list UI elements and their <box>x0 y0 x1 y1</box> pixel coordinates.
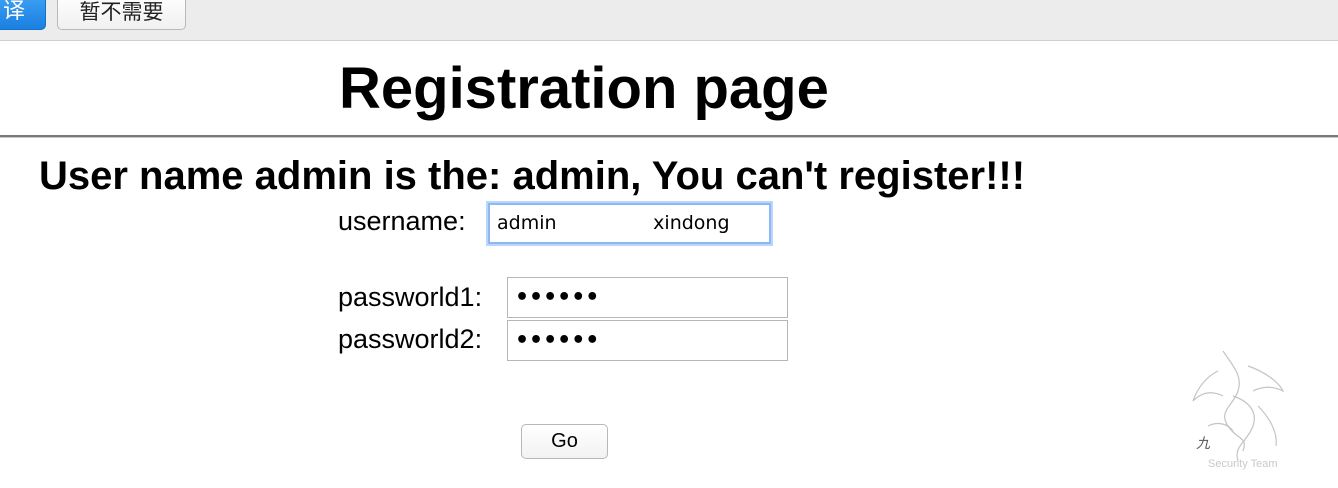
dismiss-button[interactable]: 暂不需要 <box>57 0 186 30</box>
page-title: Registration page <box>339 56 829 121</box>
password1-input[interactable]: •••••• <box>507 277 788 318</box>
password1-label: passworld1: <box>338 282 483 312</box>
translate-bar: 译 暂不需要 <box>0 0 1338 41</box>
username-input[interactable]: admin xindong <box>488 203 771 244</box>
password2-value: •••••• <box>515 328 600 353</box>
error-message: User name admin is the: admin, You can't… <box>39 154 1026 198</box>
watermark-text: Security Team <box>1208 458 1278 470</box>
title-divider <box>0 135 1338 138</box>
username-label: username: <box>338 206 466 236</box>
password2-label: passworld2: <box>338 324 483 354</box>
password2-input[interactable]: •••••• <box>507 320 788 361</box>
go-button[interactable]: Go <box>521 424 608 459</box>
password1-value: •••••• <box>515 285 600 310</box>
translate-button[interactable]: 译 <box>0 0 46 30</box>
svg-text:九: 九 <box>1196 436 1211 452</box>
dragon-logo-icon: 九 <box>1192 350 1285 462</box>
